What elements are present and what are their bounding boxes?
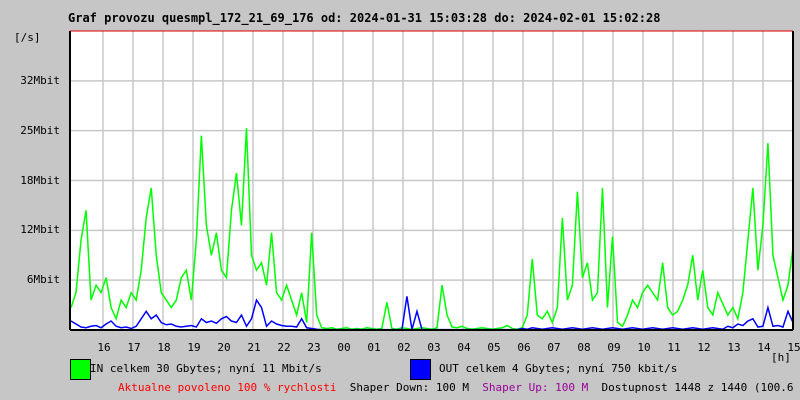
y-tick-label: 6Mbit (26, 273, 60, 287)
x-tick-label: 03 (427, 341, 441, 354)
x-tick-label: 06 (517, 341, 531, 354)
x-tick-label: 02 (397, 341, 411, 354)
x-tick-label: 00 (337, 341, 351, 354)
x-tick-label: 14 (757, 341, 771, 354)
x-tick-label: 01 (367, 341, 381, 354)
y-tick-label: 25Mbit (20, 123, 60, 137)
legend-in-text: IN celkem 30 Gbytes; nyní 11 Mbit/s (90, 362, 322, 375)
x-axis-unit: [h] (771, 351, 791, 364)
y-tick-label: 12Mbit (20, 223, 60, 237)
x-tick-label: 05 (487, 341, 501, 354)
x-tick-label: 21 (247, 341, 261, 354)
legend-in-swatch (70, 359, 91, 380)
x-tick-label: 10 (637, 341, 651, 354)
x-tick-label: 19 (187, 341, 201, 354)
x-tick-label: 16 (97, 341, 111, 354)
x-tick-label: 22 (277, 341, 291, 354)
x-tick-label: 13 (727, 341, 741, 354)
legend-out-swatch (410, 359, 431, 380)
allowed-speed-text: Aktualne povoleno 100 % rychlosti (118, 381, 337, 394)
x-tick-label: 12 (697, 341, 711, 354)
shaper-down-label: Shaper Down: (349, 381, 430, 394)
shaper-up-text: Shaper Up: 100 M (482, 381, 589, 394)
x-tick-label: 20 (217, 341, 231, 354)
shaper-down-value: 100 M (435, 381, 470, 394)
x-tick-label: 07 (547, 341, 561, 354)
x-tick-label: 08 (577, 341, 591, 354)
x-tick-label: 17 (127, 341, 141, 354)
x-tick-label: 09 (607, 341, 621, 354)
x-tick-label: 23 (307, 341, 321, 354)
traffic-chart (69, 30, 794, 331)
status-line: Aktualne povoleno 100 % rychlosti Shaper… (118, 381, 800, 394)
availability-text: Dostupnost 1448 z 1440 (100.6 %) (601, 381, 800, 394)
x-tick-label: 11 (667, 341, 681, 354)
legend-out-text: OUT celkem 4 Gbytes; nyní 750 kbit/s (439, 362, 678, 375)
x-tick-label: 04 (457, 341, 471, 354)
y-tick-label: 18Mbit (20, 173, 60, 187)
y-tick-label: 32Mbit (20, 73, 60, 87)
x-tick-label: 18 (157, 341, 171, 354)
